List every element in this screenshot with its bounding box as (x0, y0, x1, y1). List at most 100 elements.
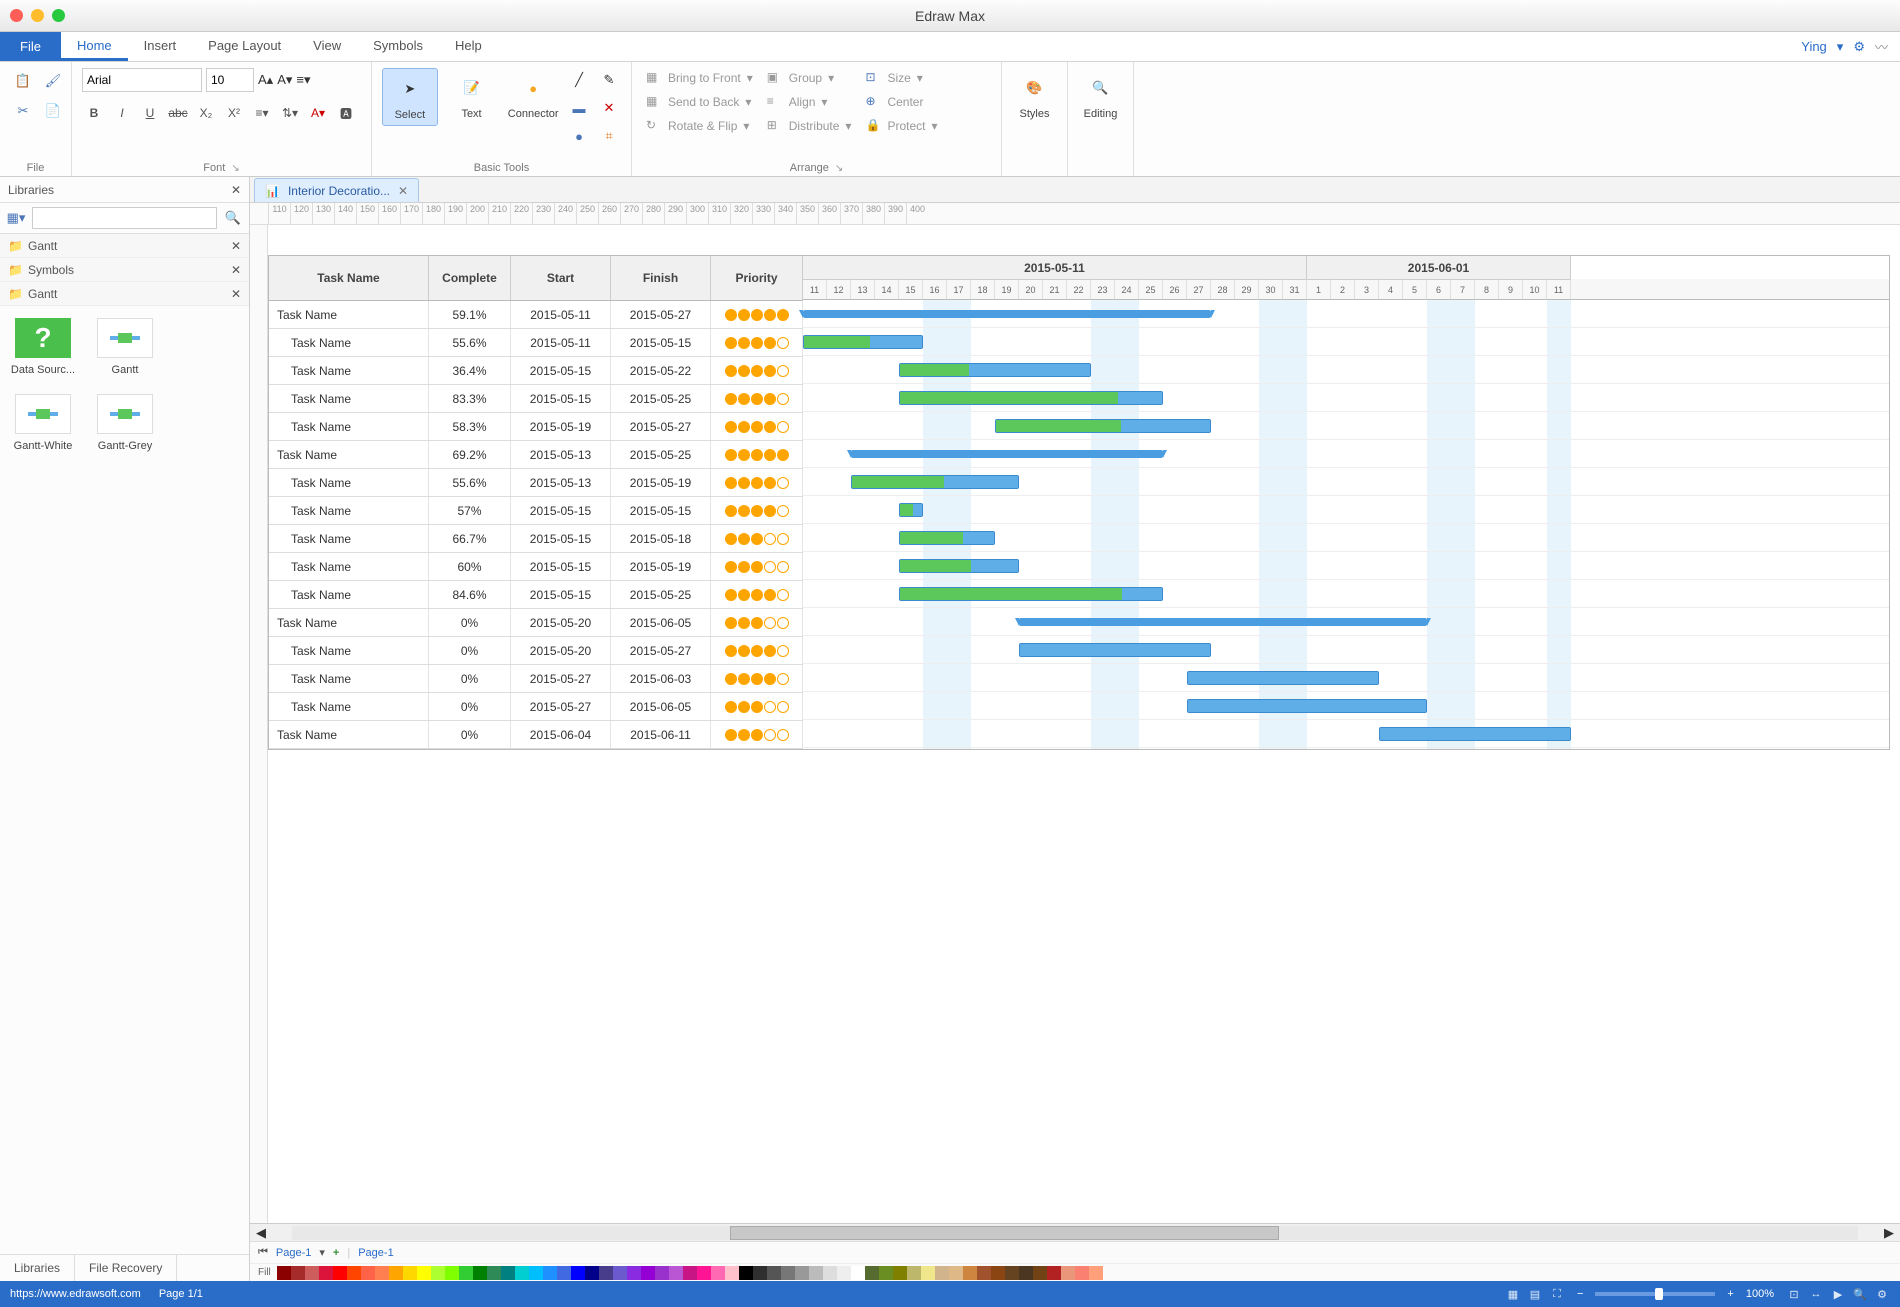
color-swatch[interactable] (1089, 1266, 1103, 1280)
color-swatch[interactable] (935, 1266, 949, 1280)
editing-button[interactable]: 🔍 Editing (1078, 68, 1123, 124)
color-swatch[interactable] (543, 1266, 557, 1280)
color-swatch[interactable] (529, 1266, 543, 1280)
page-tab-1a[interactable]: Page-1 (276, 1247, 311, 1259)
gantt-row[interactable]: Task Name58.3%2015-05-192015-05-27 (269, 413, 803, 441)
color-swatch[interactable] (1047, 1266, 1061, 1280)
color-swatch[interactable] (501, 1266, 515, 1280)
horizontal-scrollbar[interactable]: ◀▶ (250, 1223, 1900, 1241)
color-swatch[interactable] (823, 1266, 837, 1280)
font-size-select[interactable] (206, 68, 254, 92)
gantt-row[interactable]: Task Name0%2015-06-042015-06-11 (269, 721, 803, 749)
menu-insert[interactable]: Insert (128, 32, 193, 61)
color-swatch[interactable] (781, 1266, 795, 1280)
gantt-row[interactable]: Task Name57%2015-05-152015-05-15 (269, 497, 803, 525)
color-swatch[interactable] (907, 1266, 921, 1280)
library-section-0[interactable]: 📁Gantt✕ (0, 234, 249, 258)
gantt-row[interactable]: Task Name55.6%2015-05-112015-05-15 (269, 329, 803, 357)
protect-button[interactable]: 🔒Protect▾ (861, 116, 941, 136)
gantt-row[interactable]: Task Name84.6%2015-05-152015-05-25 (269, 581, 803, 609)
color-swatch[interactable] (711, 1266, 725, 1280)
color-swatch[interactable] (445, 1266, 459, 1280)
group-button[interactable]: ▣Group▾ (763, 68, 856, 88)
add-page-icon[interactable]: + (333, 1247, 339, 1259)
library-section-2[interactable]: 📁Gantt✕ (0, 282, 249, 306)
gantt-bar[interactable] (1019, 643, 1211, 657)
decrease-font-icon[interactable]: A▾ (277, 72, 292, 88)
gantt-canvas[interactable]: Task Name Complete Start Finish Priority… (268, 225, 1900, 1223)
arrange-launcher-icon[interactable]: ↘ (835, 163, 843, 174)
gantt-bar[interactable] (1019, 618, 1427, 626)
gantt-bar[interactable] (1187, 671, 1379, 685)
subscript-button[interactable]: X₂ (194, 102, 218, 124)
color-swatch[interactable] (893, 1266, 907, 1280)
color-swatch[interactable] (1005, 1266, 1019, 1280)
presentation-icon[interactable]: ▶ (1830, 1286, 1846, 1302)
delete-tool-icon[interactable]: ✕ (597, 96, 621, 120)
color-swatch[interactable] (557, 1266, 571, 1280)
ellipse-tool-icon[interactable]: ● (567, 124, 591, 148)
bullets-button[interactable]: ≡▾ (250, 102, 274, 124)
color-swatch[interactable] (487, 1266, 501, 1280)
gantt-row[interactable]: Task Name55.6%2015-05-132015-05-19 (269, 469, 803, 497)
italic-button[interactable]: I (110, 102, 134, 124)
menu-page-layout[interactable]: Page Layout (192, 32, 297, 61)
menu-help[interactable]: Help (439, 32, 498, 61)
page-tab-1b[interactable]: Page-1 (358, 1247, 393, 1259)
close-section-icon[interactable]: ✕ (231, 287, 241, 301)
shape-gantt-white[interactable]: Gantt-White (8, 394, 78, 452)
color-swatch[interactable] (389, 1266, 403, 1280)
gantt-bar[interactable] (899, 391, 1163, 405)
gantt-row[interactable]: Task Name0%2015-05-272015-06-03 (269, 665, 803, 693)
tab-libraries[interactable]: Libraries (0, 1255, 75, 1281)
search-icon[interactable]: 🔍 (221, 207, 245, 229)
gantt-row[interactable]: Task Name66.7%2015-05-152015-05-18 (269, 525, 803, 553)
gantt-row[interactable]: Task Name83.3%2015-05-152015-05-25 (269, 385, 803, 413)
rotate-flip-button[interactable]: ↻Rotate & Flip▾ (642, 116, 757, 136)
color-swatch[interactable] (655, 1266, 669, 1280)
color-swatch[interactable] (683, 1266, 697, 1280)
shape-data-sourc-[interactable]: ?Data Sourc... (8, 318, 78, 376)
menu-view[interactable]: View (297, 32, 357, 61)
color-swatch[interactable] (977, 1266, 991, 1280)
fit-page-icon[interactable]: ⊡ (1786, 1286, 1802, 1302)
close-section-icon[interactable]: ✕ (231, 239, 241, 253)
color-swatch[interactable] (879, 1266, 893, 1280)
line-spacing-button[interactable]: ⇅▾ (278, 102, 302, 124)
user-name[interactable]: Ying (1801, 39, 1827, 54)
menu-symbols[interactable]: Symbols (357, 32, 439, 61)
gantt-chart[interactable]: Task Name Complete Start Finish Priority… (268, 255, 1890, 750)
document-tab[interactable]: 📊 Interior Decoratio... ✕ (254, 178, 419, 202)
shape-gantt-grey[interactable]: Gantt-Grey (90, 394, 160, 452)
color-swatch[interactable] (851, 1266, 865, 1280)
color-swatch[interactable] (347, 1266, 361, 1280)
font-launcher-icon[interactable]: ↘ (231, 163, 239, 174)
close-tab-icon[interactable]: ✕ (398, 184, 408, 198)
close-section-icon[interactable]: ✕ (231, 263, 241, 277)
zoom-slider[interactable] (1595, 1292, 1715, 1296)
color-swatch[interactable] (305, 1266, 319, 1280)
zoom-out-icon[interactable]: − (1577, 1288, 1583, 1300)
page-menu-icon[interactable]: ▾ (319, 1246, 325, 1259)
fit-width-icon[interactable]: ↔ (1808, 1286, 1824, 1302)
color-swatch[interactable] (585, 1266, 599, 1280)
gantt-row[interactable]: Task Name69.2%2015-05-132015-05-25 (269, 441, 803, 469)
library-section-1[interactable]: 📁Symbols✕ (0, 258, 249, 282)
color-swatch[interactable] (375, 1266, 389, 1280)
send-to-back-button[interactable]: ▦Send to Back▾ (642, 92, 757, 112)
connector-tool[interactable]: ● Connector (505, 68, 561, 124)
gantt-row[interactable]: Task Name59.1%2015-05-112015-05-27 (269, 301, 803, 329)
gantt-row[interactable]: Task Name60%2015-05-152015-05-19 (269, 553, 803, 581)
zoom-in-icon[interactable]: + (1727, 1288, 1733, 1300)
gantt-bar[interactable] (899, 363, 1091, 377)
file-menu[interactable]: File (0, 32, 61, 61)
shape-gantt[interactable]: Gantt (90, 318, 160, 376)
highlight-button[interactable]: 🅰 (334, 102, 358, 124)
view-fullscreen-icon[interactable]: ⛶ (1549, 1286, 1565, 1302)
color-swatch[interactable] (1061, 1266, 1075, 1280)
color-swatch[interactable] (627, 1266, 641, 1280)
color-swatch[interactable] (599, 1266, 613, 1280)
color-swatch[interactable] (809, 1266, 823, 1280)
color-swatch[interactable] (963, 1266, 977, 1280)
color-swatch[interactable] (753, 1266, 767, 1280)
